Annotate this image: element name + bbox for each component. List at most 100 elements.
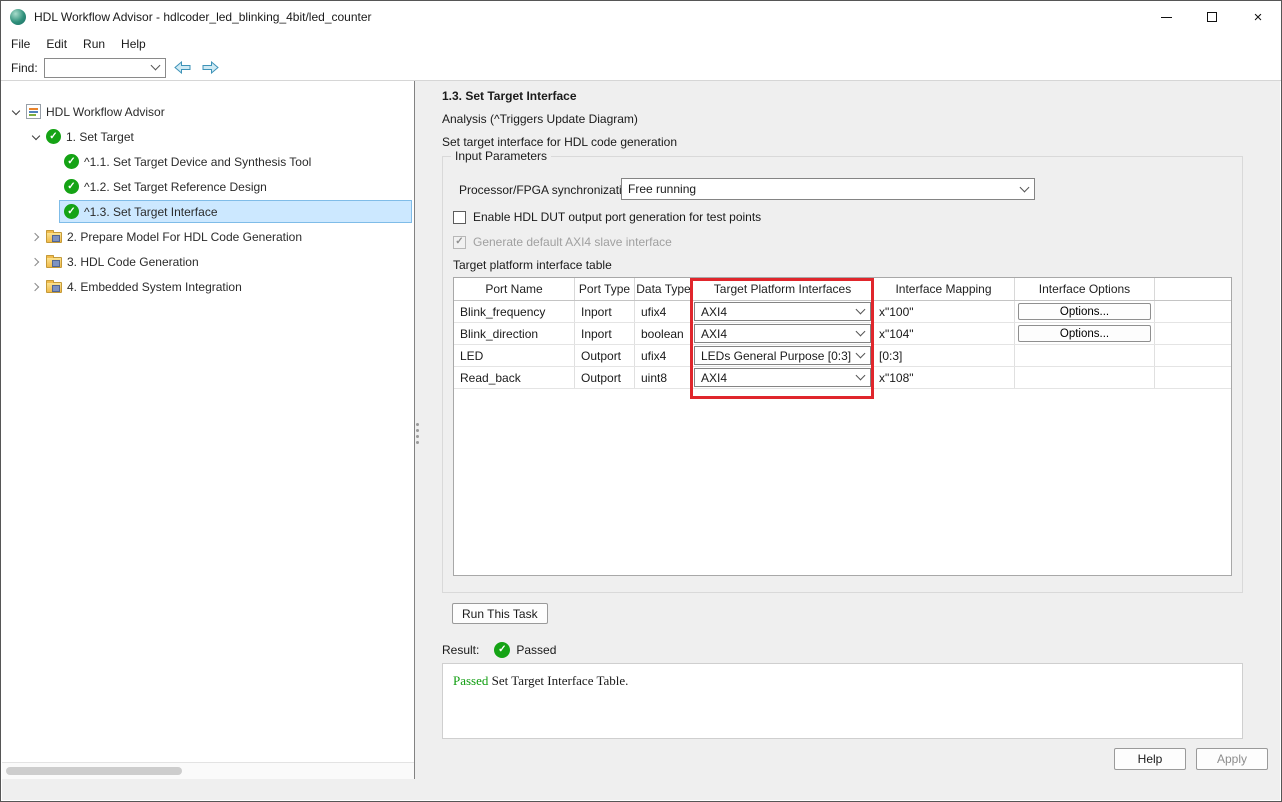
page-title: 1.3. Set Target Interface — [442, 89, 577, 103]
arrow-left-icon — [174, 61, 191, 74]
tree-item-set-target-reference-design[interactable]: ✓ ^1.2. Set Target Reference Design — [2, 174, 414, 199]
processor-fpga-sync-select[interactable]: Free running — [621, 178, 1035, 200]
passed-check-icon: ✓ — [64, 204, 79, 219]
tree-item-label: 3. HDL Code Generation — [67, 255, 199, 269]
menu-help[interactable]: Help — [113, 34, 154, 54]
result-message-text: Set Target Interface Table. — [488, 673, 628, 688]
apply-button[interactable]: Apply — [1196, 748, 1268, 770]
axi4-slave-checkbox: ✓ — [453, 236, 466, 249]
test-points-checkbox-row: Enable HDL DUT output port generation fo… — [453, 210, 761, 224]
cell-interface-mapping: x"108" — [873, 367, 1015, 388]
tree-item-set-target-device[interactable]: ✓ ^1.1. Set Target Device and Synthesis … — [2, 149, 414, 174]
minimize-button[interactable] — [1143, 1, 1189, 33]
run-this-task-button[interactable]: Run This Task — [452, 603, 548, 624]
chevron-down-icon — [856, 305, 866, 315]
chevron-collapsed-icon[interactable] — [28, 229, 44, 245]
chevron-collapsed-icon[interactable] — [28, 279, 44, 295]
interface-select-blink-direction[interactable]: AXI4 — [694, 324, 871, 343]
header-port-name: Port Name — [454, 278, 575, 300]
close-button[interactable]: × — [1235, 1, 1281, 33]
passed-status-icon: ✓ — [494, 642, 510, 658]
interface-select-led[interactable]: LEDs General Purpose [0:3] — [694, 346, 871, 365]
chevron-down-icon — [856, 327, 866, 337]
table-header-row: Port Name Port Type Data Type Target Pla… — [454, 278, 1231, 301]
result-status-text: Passed — [516, 643, 556, 657]
cell-port-type: Inport — [575, 323, 635, 344]
passed-check-icon: ✓ — [64, 179, 79, 194]
interface-select-blink-frequency[interactable]: AXI4 — [694, 302, 871, 321]
interface-selected-value: AXI4 — [701, 371, 853, 385]
interface-selected-value: AXI4 — [701, 305, 853, 319]
cell-data-type: uint8 — [635, 367, 693, 388]
options-button-blink-direction[interactable]: Options... — [1018, 325, 1151, 342]
tree-horizontal-scrollbar-thumb[interactable] — [6, 767, 182, 775]
main-area: HDL Workflow Advisor ✓ 1. Set Target ✓ ^… — [2, 81, 1280, 800]
chevron-down-icon[interactable] — [150, 61, 160, 71]
input-parameters-group: Input Parameters Processor/FPGA synchron… — [442, 156, 1243, 593]
tree-item-hdl-workflow-advisor[interactable]: HDL Workflow Advisor — [2, 99, 414, 124]
chevron-collapsed-icon[interactable] — [28, 254, 44, 270]
task-folder-icon — [46, 282, 62, 293]
cell-interface-mapping: x"104" — [873, 323, 1015, 344]
result-message-box: Passed Set Target Interface Table. — [442, 663, 1243, 739]
maximize-button[interactable] — [1189, 1, 1235, 33]
passed-check-icon: ✓ — [46, 129, 61, 144]
options-button-blink-frequency[interactable]: Options... — [1018, 303, 1151, 320]
splitter-grip-icon — [416, 423, 419, 444]
help-button[interactable]: Help — [1114, 748, 1186, 770]
minimize-icon — [1161, 17, 1172, 18]
tree-item-embedded-system-integration[interactable]: 4. Embedded System Integration — [2, 274, 414, 299]
header-target-platform-interfaces: Target Platform Interfaces — [693, 278, 873, 300]
window-title: HDL Workflow Advisor - hdlcoder_led_blin… — [34, 10, 372, 24]
find-next-button[interactable] — [200, 58, 222, 78]
axi4-slave-checkbox-label: Generate default AXI4 slave interface — [473, 235, 672, 249]
passed-check-icon: ✓ — [64, 154, 79, 169]
menu-edit[interactable]: Edit — [38, 34, 75, 54]
cell-data-type: ufix4 — [635, 301, 693, 322]
target-platform-interface-table: Port Name Port Type Data Type Target Pla… — [453, 277, 1232, 576]
header-port-type: Port Type — [575, 278, 635, 300]
cell-filler — [1155, 345, 1231, 366]
cell-filler — [1155, 367, 1231, 388]
tree-item-label: 4. Embedded System Integration — [67, 280, 242, 294]
tree-item-label: ^1.1. Set Target Device and Synthesis To… — [84, 155, 311, 169]
task-panel: 1.3. Set Target Interface Analysis (^Tri… — [421, 81, 1280, 800]
tree-item-label: 1. Set Target — [66, 130, 134, 144]
interface-select-read-back[interactable]: AXI4 — [694, 368, 871, 387]
hdl-workflow-advisor-window: HDL Workflow Advisor - hdlcoder_led_blin… — [0, 0, 1282, 802]
find-previous-button[interactable] — [172, 58, 194, 78]
result-message-status: Passed — [453, 673, 488, 688]
title-bar: HDL Workflow Advisor - hdlcoder_led_blin… — [1, 1, 1281, 33]
tree-item-set-target[interactable]: ✓ 1. Set Target — [2, 124, 414, 149]
menu-file[interactable]: File — [3, 34, 38, 54]
test-points-checkbox[interactable] — [453, 211, 466, 224]
app-icon — [10, 9, 26, 25]
find-input[interactable] — [45, 59, 150, 77]
result-row: Result: ✓ Passed — [442, 641, 556, 658]
test-points-checkbox-label[interactable]: Enable HDL DUT output port generation fo… — [473, 210, 761, 224]
sync-label: Processor/FPGA synchronization: — [459, 183, 638, 197]
analysis-text: Analysis (^Triggers Update Diagram) — [442, 112, 638, 126]
cell-interface-options: Options... — [1015, 301, 1155, 322]
arrow-right-icon — [202, 61, 219, 74]
table-label: Target platform interface table — [453, 258, 612, 272]
table-row: Read_back Outport uint8 AXI4 x"108" — [454, 367, 1231, 389]
tree-item-prepare-model[interactable]: 2. Prepare Model For HDL Code Generation — [2, 224, 414, 249]
task-folder-icon — [46, 257, 62, 268]
find-combobox[interactable] — [44, 58, 166, 78]
tree-horizontal-scrollbar-track[interactable] — [2, 762, 414, 779]
close-icon: × — [1254, 10, 1263, 25]
tree-item-set-target-interface[interactable]: ✓ ^1.3. Set Target Interface — [2, 199, 414, 224]
table-row: Blink_frequency Inport ufix4 AXI4 x"100"… — [454, 301, 1231, 323]
result-label: Result: — [442, 643, 479, 657]
tree-item-hdl-code-generation[interactable]: 3. HDL Code Generation — [2, 249, 414, 274]
tree-item-label: ^1.2. Set Target Reference Design — [84, 180, 267, 194]
header-interface-mapping: Interface Mapping — [873, 278, 1015, 300]
chevron-expanded-icon[interactable] — [8, 104, 24, 120]
cell-data-type: ufix4 — [635, 345, 693, 366]
cell-data-type: boolean — [635, 323, 693, 344]
cell-interface: LEDs General Purpose [0:3] — [693, 345, 873, 366]
window-controls: × — [1143, 1, 1281, 33]
menu-run[interactable]: Run — [75, 34, 113, 54]
chevron-expanded-icon[interactable] — [28, 129, 44, 145]
